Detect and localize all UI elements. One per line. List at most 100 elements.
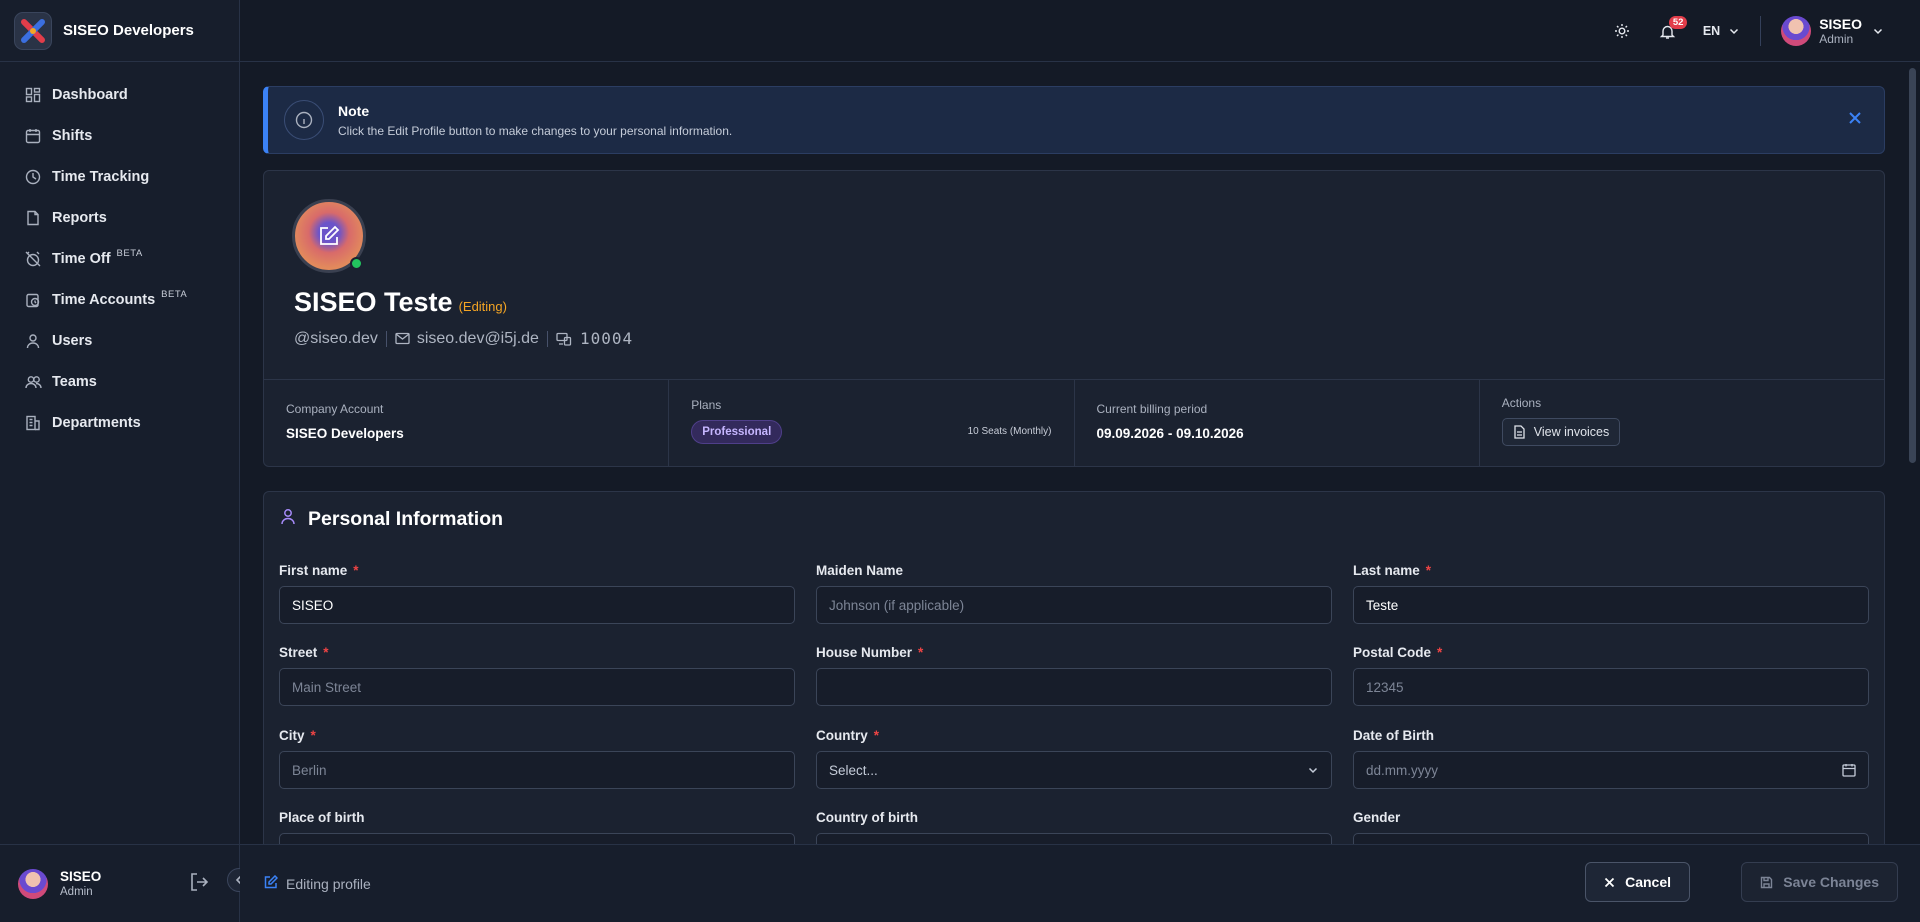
field-label: Last name * xyxy=(1353,563,1869,578)
edit-icon xyxy=(264,874,279,892)
edit-action-bar: Editing profile Cancel Save Changes xyxy=(240,844,1920,922)
sidebar-item-label: Departments xyxy=(52,414,141,431)
field-label: City * xyxy=(279,728,795,743)
sidebar-item-label: Users xyxy=(52,332,93,349)
field-label-text: Street xyxy=(279,645,318,660)
brand-logo xyxy=(14,11,52,50)
plans-cell: Plans Professional 10 Seats (Monthly) xyxy=(669,380,1075,466)
sidebar-item-time-accounts[interactable]: Time Accounts BETA xyxy=(0,279,239,320)
postal-code-input[interactable]: 12345 xyxy=(1353,668,1869,706)
postal-code-field: Postal Code * 12345 xyxy=(1353,645,1869,706)
language-value: EN xyxy=(1702,24,1721,38)
profile-card: SISEO Teste (Editing) @siseo.dev siseo.de… xyxy=(263,170,1885,467)
brand[interactable]: SISEO Developers xyxy=(0,0,239,62)
page-scrollbar[interactable] xyxy=(1909,68,1916,463)
country-select[interactable]: Select... xyxy=(816,751,1332,789)
date-of-birth-input[interactable]: dd.mm.yyyy xyxy=(1353,751,1869,789)
logout-icon[interactable] xyxy=(188,871,210,898)
select-placeholder: Select... xyxy=(829,762,878,778)
user-menu-text: SISEO Admin xyxy=(1819,16,1862,46)
sidebar-item-dashboard[interactable]: Dashboard xyxy=(0,74,239,115)
calendar-icon xyxy=(24,127,42,145)
actions-label: Actions xyxy=(1501,396,1542,410)
alarm-off-icon xyxy=(24,250,42,268)
users-icon xyxy=(24,373,42,391)
field-label: Place of birth xyxy=(279,810,795,825)
sidebar-item-teams[interactable]: Teams xyxy=(0,361,239,402)
info-icon xyxy=(284,100,324,140)
view-invoices-button[interactable]: View invoices xyxy=(1501,418,1621,446)
header-user-name: SISEO xyxy=(1819,16,1862,32)
required-marker: * xyxy=(1425,563,1432,578)
user-menu[interactable]: SISEO Admin xyxy=(1781,16,1884,46)
field-label: House Number * xyxy=(816,645,1332,660)
sidebar-item-departments[interactable]: Departments xyxy=(0,402,239,443)
sidebar-item-label: Time Off xyxy=(52,250,111,267)
billing-cell: Current billing period 09.09.2026 - 09.1… xyxy=(1075,380,1480,466)
notifications-button[interactable]: 52 xyxy=(1653,16,1688,46)
field-label-text: Date of Birth xyxy=(1353,728,1434,743)
street-input[interactable]: Main Street xyxy=(279,668,795,706)
meta-divider xyxy=(546,330,548,347)
profile-username: @siseo.dev xyxy=(294,329,378,347)
sidebar-item-time-off[interactable]: Time Off BETA xyxy=(0,238,239,279)
first-name-input[interactable]: SISEO xyxy=(279,586,795,624)
field-label: Postal Code * xyxy=(1353,645,1869,660)
house-number-input[interactable] xyxy=(816,668,1332,706)
field-label: First name * xyxy=(279,563,795,578)
section-title: Personal Information xyxy=(280,508,503,531)
input-placeholder: Johnson (if applicable) xyxy=(829,597,965,613)
theme-toggle-button[interactable] xyxy=(1607,16,1637,46)
avatar[interactable] xyxy=(18,868,48,899)
report-icon xyxy=(24,209,42,227)
building-icon xyxy=(24,414,42,432)
view-invoices-label: View invoices xyxy=(1533,425,1610,439)
maiden-name-input[interactable]: Johnson (if applicable) xyxy=(816,586,1332,624)
field-label-text: Place of birth xyxy=(279,810,365,825)
document-icon xyxy=(1514,425,1525,439)
sidebar-item-label: Dashboard xyxy=(52,86,128,103)
last-name-input[interactable]: Teste xyxy=(1353,586,1869,624)
profile-meta: @siseo.dev siseo.dev@i5j.de 10004 xyxy=(294,329,633,348)
city-input[interactable]: Berlin xyxy=(279,751,795,789)
sidebar-item-label: Teams xyxy=(52,373,97,390)
profile-name-row: SISEO Teste (Editing) xyxy=(294,287,507,318)
cancel-button[interactable]: Cancel xyxy=(1585,862,1690,902)
sidebar-item-reports[interactable]: Reports xyxy=(0,197,239,238)
online-status-dot xyxy=(350,257,363,270)
required-marker: * xyxy=(873,728,880,743)
sidebar-item-shifts[interactable]: Shifts xyxy=(0,115,239,156)
field-label-text: Maiden Name xyxy=(816,563,904,578)
field-label: Country of birth xyxy=(816,810,1332,825)
input-value: Teste xyxy=(1366,597,1399,613)
sidebar-nav: Dashboard Shifts Time Tracking Reports T… xyxy=(0,62,239,443)
billing-label: Current billing period xyxy=(1096,402,1208,416)
sidebar-user-name: SISEO xyxy=(60,869,102,884)
sun-icon xyxy=(1614,24,1629,38)
save-changes-button[interactable]: Save Changes xyxy=(1741,862,1898,902)
notifications-badge: 52 xyxy=(1668,16,1688,29)
calendar-icon[interactable] xyxy=(1842,763,1856,777)
field-label: Country * xyxy=(816,728,1332,743)
logo-icon xyxy=(21,18,45,43)
account-summary: Company Account SISEO Developers Plans P… xyxy=(264,379,1884,466)
editing-status: (Editing) xyxy=(458,299,507,314)
sidebar-item-label: Reports xyxy=(52,209,107,226)
plans-label: Plans xyxy=(691,398,722,412)
sidebar-item-label: Time Accounts xyxy=(52,291,156,308)
street-field: Street * Main Street xyxy=(279,645,795,706)
chevron-down-icon xyxy=(1307,764,1319,776)
close-note-button[interactable] xyxy=(1848,111,1862,130)
field-label: Street * xyxy=(279,645,795,660)
last-name-field: Last name * Teste xyxy=(1353,563,1869,624)
input-placeholder: dd.mm.yyyy xyxy=(1366,762,1439,778)
language-select[interactable]: EN xyxy=(1703,24,1740,38)
maiden-name-field: Maiden Name Johnson (if applicable) xyxy=(816,563,1332,624)
sidebar-user-role: Admin xyxy=(60,886,93,898)
sidebar-item-time-tracking[interactable]: Time Tracking xyxy=(0,156,239,197)
save-label: Save Changes xyxy=(1783,874,1879,890)
main-content: Note Click the Edit Profile button to ma… xyxy=(263,86,1885,871)
editing-indicator-text: Editing profile xyxy=(286,875,371,892)
sidebar-item-users[interactable]: Users xyxy=(0,320,239,361)
beta-badge: BETA xyxy=(116,248,143,259)
